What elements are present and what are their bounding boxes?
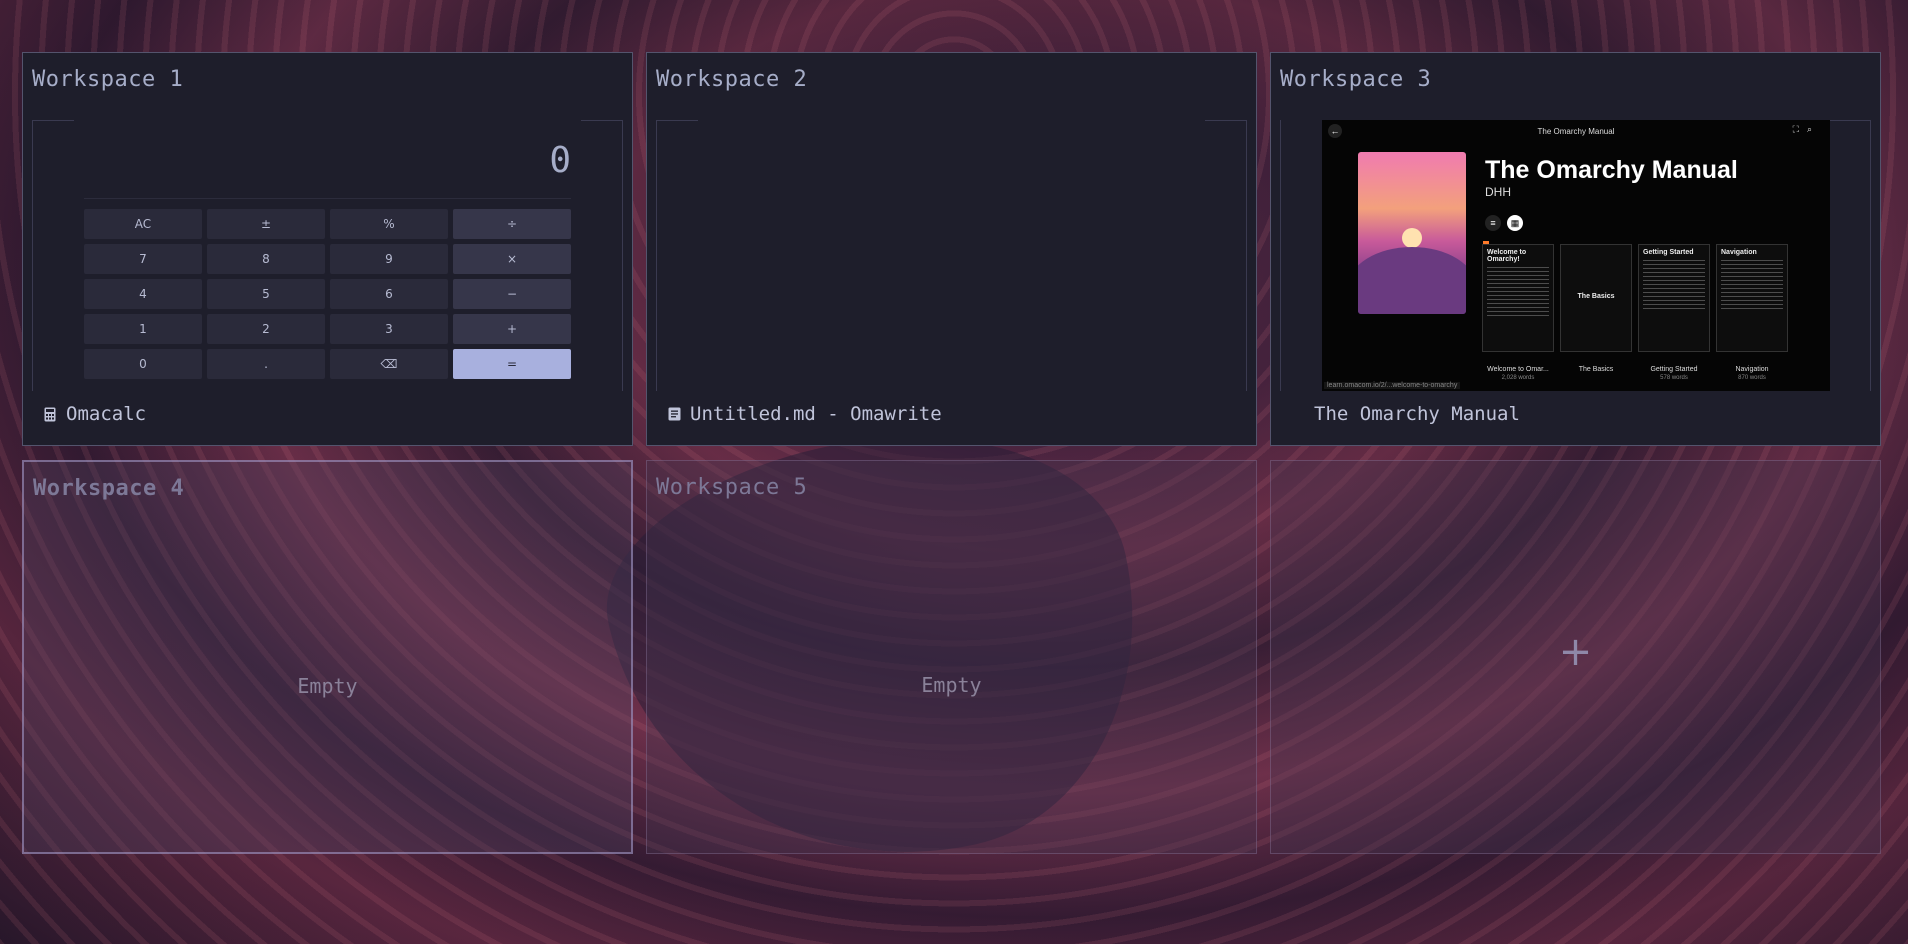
window-title: The Omarchy Manual xyxy=(1314,403,1520,425)
workspace-1[interactable]: Workspace 1 0 AC ± % ÷ 7 8 9 × 4 5 6 − 1 xyxy=(22,52,633,446)
cover-mountains xyxy=(1358,247,1466,314)
window-label: Untitled.md - Omawrite xyxy=(666,403,942,425)
window-label: Omacalc xyxy=(42,403,146,425)
window-preview-omacalc[interactable]: 0 AC ± % ÷ 7 8 9 × 4 5 6 − 1 2 3 + 0 . ⌫… xyxy=(32,120,623,391)
key-9[interactable]: 9 xyxy=(330,244,448,274)
grid-view-icon[interactable]: ▦ xyxy=(1507,215,1523,231)
workspace-title: Workspace 4 xyxy=(33,476,185,501)
workspace-2[interactable]: Workspace 2 Untitled.md - Omawrite xyxy=(646,52,1257,446)
book-cover xyxy=(1358,152,1466,314)
key-plus-minus[interactable]: ± xyxy=(207,209,325,239)
window-preview-omarchy-manual[interactable]: ← The Omarchy Manual ⛶⌕ The Omarchy Manu… xyxy=(1322,120,1830,391)
chapter-card[interactable]: Getting Started Getting Started 578 word… xyxy=(1638,244,1710,381)
chapter-cards: Welcome to Omarchy! Welcome to Omar... 2… xyxy=(1482,244,1788,381)
workspace-5[interactable]: Workspace 5 Empty xyxy=(646,460,1257,854)
reader-header: The Omarchy Manual xyxy=(1537,126,1615,136)
plus-icon: + xyxy=(1558,629,1593,675)
key-8[interactable]: 8 xyxy=(207,244,325,274)
workspace-title: Workspace 5 xyxy=(656,475,808,500)
workspace-4[interactable]: Workspace 4 Empty xyxy=(22,460,633,854)
key-decimal[interactable]: . xyxy=(207,349,325,379)
book-icon xyxy=(1290,405,1306,423)
chapter-card[interactable]: Welcome to Omarchy! Welcome to Omar... 2… xyxy=(1482,244,1554,381)
key-equals[interactable]: = xyxy=(453,349,571,379)
window-title: Untitled.md - Omawrite xyxy=(690,403,942,425)
workspace-3[interactable]: Workspace 3 ← The Omarchy Manual ⛶⌕ The … xyxy=(1270,52,1881,446)
key-multiply[interactable]: × xyxy=(453,244,571,274)
list-view-icon[interactable]: ≡ xyxy=(1485,215,1501,231)
workspace-title: Workspace 2 xyxy=(656,67,808,92)
window-label: The Omarchy Manual xyxy=(1290,403,1520,425)
book-author: DHH xyxy=(1485,185,1511,199)
cover-sun xyxy=(1402,228,1422,248)
key-percent[interactable]: % xyxy=(330,209,448,239)
key-5[interactable]: 5 xyxy=(207,279,325,309)
book-title: The Omarchy Manual xyxy=(1485,156,1738,184)
key-divide[interactable]: ÷ xyxy=(453,209,571,239)
view-toggle: ≡ ▦ xyxy=(1485,215,1523,231)
key-4[interactable]: 4 xyxy=(84,279,202,309)
workspace-title: Workspace 1 xyxy=(32,67,184,92)
empty-label: Empty xyxy=(297,674,358,698)
chapter-card[interactable]: Navigation Navigation 870 words xyxy=(1716,244,1788,381)
key-add[interactable]: + xyxy=(453,314,571,344)
status-url: learn.omacom.io/2/...welcome-to-omarchy xyxy=(1324,382,1461,389)
key-7[interactable]: 7 xyxy=(84,244,202,274)
key-3[interactable]: 3 xyxy=(330,314,448,344)
key-0[interactable]: 0 xyxy=(84,349,202,379)
calculator-icon xyxy=(42,405,58,423)
workspace-title: Workspace 3 xyxy=(1280,67,1432,92)
key-2[interactable]: 2 xyxy=(207,314,325,344)
divider xyxy=(84,198,571,199)
key-subtract[interactable]: − xyxy=(453,279,571,309)
calculator-display: 0 xyxy=(549,140,571,181)
chapter-card[interactable]: The Basics The Basics xyxy=(1560,244,1632,373)
calculator-keypad: AC ± % ÷ 7 8 9 × 4 5 6 − 1 2 3 + 0 . ⌫ = xyxy=(84,209,572,379)
key-1[interactable]: 1 xyxy=(84,314,202,344)
workspace-overview-grid: Workspace 1 0 AC ± % ÷ 7 8 9 × 4 5 6 − 1 xyxy=(22,52,1881,854)
fullscreen-search-icons[interactable]: ⛶⌕ xyxy=(1793,124,1820,135)
backspace-icon[interactable]: ⌫ xyxy=(330,349,448,379)
window-preview-omawrite[interactable] xyxy=(656,120,1247,391)
window-title: Omacalc xyxy=(66,403,147,425)
empty-label: Empty xyxy=(921,673,982,697)
add-workspace-button[interactable]: + xyxy=(1270,460,1881,854)
key-clear[interactable]: AC xyxy=(84,209,202,239)
key-6[interactable]: 6 xyxy=(330,279,448,309)
document-icon xyxy=(666,405,682,423)
